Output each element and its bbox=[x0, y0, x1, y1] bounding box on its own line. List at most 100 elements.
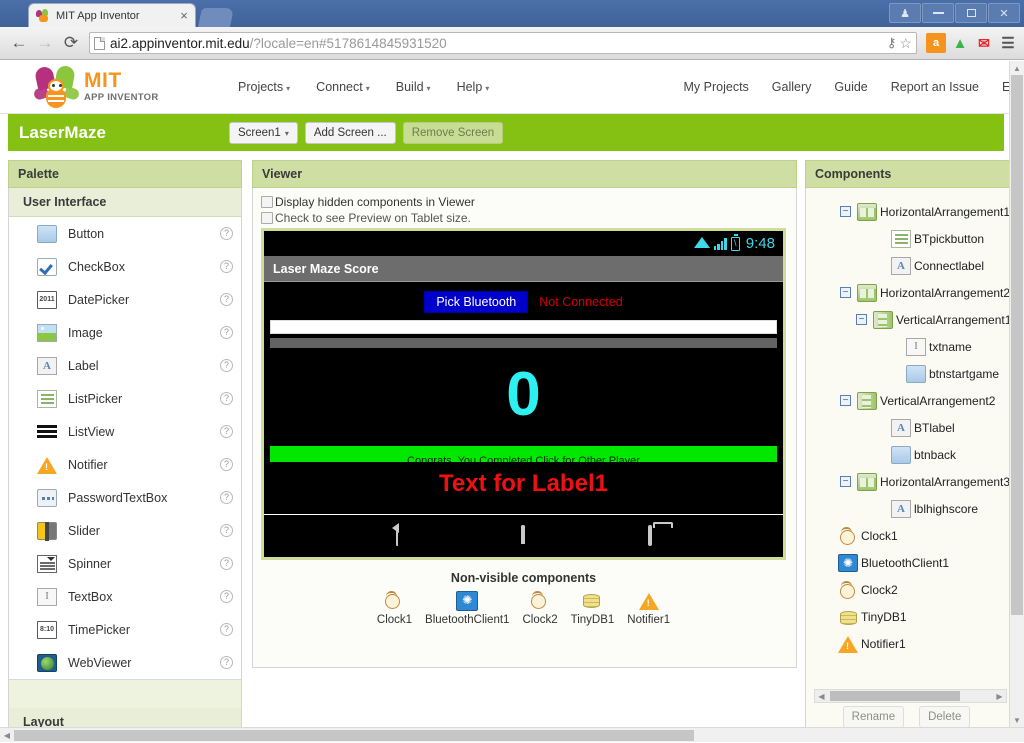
key-icon[interactable]: ⚷ bbox=[887, 35, 897, 51]
link-my-projects[interactable]: My Projects bbox=[684, 80, 749, 94]
user-profile-button[interactable]: ♟ bbox=[889, 3, 921, 23]
horizontal-arrangement-1[interactable]: Pick Bluetooth Not Connected bbox=[264, 282, 783, 320]
palette-item-listview[interactable]: ListView ? bbox=[9, 415, 241, 448]
collapse-toggle-icon[interactable]: − bbox=[840, 206, 851, 217]
non-visible-bluetoothclient1[interactable]: ✺ BluetoothClient1 bbox=[425, 591, 509, 626]
link-guide[interactable]: Guide bbox=[834, 80, 867, 94]
maximize-window-button[interactable] bbox=[955, 3, 987, 23]
tree-item-horizontalarrangement1[interactable]: − HorizontalArrangement1 bbox=[806, 198, 1023, 225]
tree-item-btnstartgame[interactable]: btnstartgame bbox=[806, 360, 1023, 387]
back-icon[interactable]: ← bbox=[6, 30, 32, 56]
palette-item-notifier[interactable]: Notifier ? bbox=[9, 448, 241, 481]
tree-item-connectlabel[interactable]: A Connectlabel bbox=[806, 252, 1023, 279]
page-vertical-scroll-thumb[interactable] bbox=[1011, 75, 1023, 615]
palette-item-timepicker[interactable]: 8:10 TimePicker ? bbox=[9, 613, 241, 646]
browser-tab[interactable]: MIT App Inventor × bbox=[28, 3, 196, 27]
help-icon[interactable]: ? bbox=[220, 293, 233, 306]
new-tab-button[interactable] bbox=[198, 8, 234, 27]
tree-item-verticalarrangement2[interactable]: − VerticalArrangement2 bbox=[806, 387, 1023, 414]
help-icon[interactable]: ? bbox=[220, 425, 233, 438]
congrats-button[interactable]: Congrats, You Completed Click for Other … bbox=[270, 446, 777, 462]
display-hidden-components-checkbox[interactable] bbox=[261, 196, 273, 208]
tree-item-txtname[interactable]: I txtname bbox=[806, 333, 1023, 360]
help-icon[interactable]: ? bbox=[220, 227, 233, 240]
palette-item-listpicker[interactable]: ListPicker ? bbox=[9, 382, 241, 415]
help-icon[interactable]: ? bbox=[220, 491, 233, 504]
start-game-button[interactable] bbox=[270, 338, 777, 348]
forward-icon[interactable]: → bbox=[32, 30, 58, 56]
menu-build[interactable]: Build▾ bbox=[396, 80, 431, 94]
reload-icon[interactable]: ⟳ bbox=[58, 30, 84, 56]
collapse-toggle-icon[interactable]: − bbox=[840, 395, 851, 406]
non-visible-notifier1[interactable]: Notifier1 bbox=[627, 591, 670, 626]
collapse-toggle-icon[interactable]: − bbox=[856, 314, 867, 325]
palette-item-label[interactable]: A Label ? bbox=[9, 349, 241, 382]
delete-button[interactable]: Delete bbox=[919, 706, 970, 728]
tablet-preview-checkbox[interactable] bbox=[261, 212, 273, 224]
components-horizontal-scrollbar[interactable]: ◀ ▶ bbox=[814, 689, 1007, 703]
tree-item-tinydb1[interactable]: TinyDB1 bbox=[806, 603, 1023, 630]
non-visible-clock2[interactable]: Clock2 bbox=[522, 591, 557, 626]
tree-item-clock2[interactable]: Clock2 bbox=[806, 576, 1023, 603]
app-logo[interactable]: MIT APP INVENTOR bbox=[34, 66, 184, 108]
tree-item-horizontalarrangement3[interactable]: − HorizontalArrangement3 bbox=[806, 468, 1023, 495]
android-home-icon[interactable] bbox=[521, 527, 525, 545]
red-extension-icon[interactable]: ✉ bbox=[974, 33, 994, 53]
tablet-preview-row[interactable]: Check to see Preview on Tablet size. bbox=[261, 211, 796, 225]
collapse-toggle-icon[interactable]: − bbox=[840, 476, 851, 487]
tree-item-bluetoothclient1[interactable]: ✺ BluetoothClient1 bbox=[806, 549, 1023, 576]
remove-screen-button[interactable]: Remove Screen bbox=[403, 122, 503, 144]
help-icon[interactable]: ? bbox=[220, 359, 233, 372]
palette-item-slider[interactable]: Slider ? bbox=[9, 514, 241, 547]
minimize-window-button[interactable] bbox=[922, 3, 954, 23]
tree-item-horizontalarrangement2[interactable]: − HorizontalArrangement2 bbox=[806, 279, 1023, 306]
tree-item-lblhighscore[interactable]: A lblhighscore bbox=[806, 495, 1023, 522]
bookmark-star-icon[interactable]: ☆ bbox=[899, 35, 912, 52]
scroll-right-icon[interactable]: ▶ bbox=[993, 692, 1006, 701]
close-tab-icon[interactable]: × bbox=[177, 9, 191, 22]
android-recents-icon[interactable] bbox=[648, 527, 652, 545]
help-icon[interactable]: ? bbox=[220, 458, 233, 471]
tree-item-btlabel[interactable]: A BTlabel bbox=[806, 414, 1023, 441]
green-extension-icon[interactable]: ▲ bbox=[950, 33, 970, 53]
horizontal-scroll-track[interactable] bbox=[828, 690, 993, 702]
help-icon[interactable]: ? bbox=[220, 326, 233, 339]
horizontal-scroll-thumb[interactable] bbox=[830, 691, 960, 701]
help-icon[interactable]: ? bbox=[220, 260, 233, 273]
rename-button[interactable]: Rename bbox=[843, 706, 904, 728]
palette-item-webviewer[interactable]: WebViewer ? bbox=[9, 646, 241, 679]
tree-item-btnback[interactable]: btnback bbox=[806, 441, 1023, 468]
browser-menu-icon[interactable]: ☰ bbox=[998, 33, 1018, 53]
tree-item-btpickbutton[interactable]: BTpickbutton bbox=[806, 225, 1023, 252]
collapse-toggle-icon[interactable]: − bbox=[840, 287, 851, 298]
android-back-icon[interactable] bbox=[396, 527, 398, 545]
page-scroll-down-icon[interactable]: ▼ bbox=[1010, 713, 1024, 727]
page-horizontal-scrollbar[interactable]: ◀ bbox=[0, 727, 1024, 742]
help-icon[interactable]: ? bbox=[220, 656, 233, 669]
name-textbox[interactable] bbox=[270, 320, 777, 334]
phone-preview[interactable]: \ 9:48 Laser Maze Score Pick Bluetooth N… bbox=[261, 228, 786, 560]
page-scroll-left-icon[interactable]: ◀ bbox=[0, 728, 14, 743]
bt-pick-button[interactable]: Pick Bluetooth bbox=[424, 291, 528, 313]
non-visible-tinydb1[interactable]: TinyDB1 bbox=[571, 591, 615, 626]
help-icon[interactable]: ? bbox=[220, 392, 233, 405]
add-screen-button[interactable]: Add Screen ... bbox=[305, 122, 396, 144]
palette-section-user-interface[interactable]: User Interface bbox=[9, 188, 241, 217]
menu-connect[interactable]: Connect▾ bbox=[316, 80, 370, 94]
menu-help[interactable]: Help▾ bbox=[457, 80, 490, 94]
palette-item-datepicker[interactable]: 2011 DatePicker ? bbox=[9, 283, 241, 316]
amazon-extension-icon[interactable]: a bbox=[926, 33, 946, 53]
url-bar[interactable]: ai2.appinventor.mit.edu/?locale=en#51786… bbox=[89, 32, 917, 54]
tree-item-verticalarrangement1[interactable]: − VerticalArrangement1 bbox=[806, 306, 1023, 333]
tree-item-clock1[interactable]: Clock1 bbox=[806, 522, 1023, 549]
palette-item-button[interactable]: Button ? bbox=[9, 217, 241, 250]
display-hidden-components-row[interactable]: Display hidden components in Viewer bbox=[261, 195, 796, 209]
menu-projects[interactable]: Projects▾ bbox=[238, 80, 290, 94]
link-gallery[interactable]: Gallery bbox=[772, 80, 812, 94]
tree-item-notifier1[interactable]: Notifier1 bbox=[806, 630, 1023, 657]
palette-item-textbox[interactable]: I TextBox ? bbox=[9, 580, 241, 613]
scroll-left-icon[interactable]: ◀ bbox=[815, 692, 828, 701]
palette-item-checkbox[interactable]: CheckBox ? bbox=[9, 250, 241, 283]
help-icon[interactable]: ? bbox=[220, 524, 233, 537]
palette-item-image[interactable]: Image ? bbox=[9, 316, 241, 349]
